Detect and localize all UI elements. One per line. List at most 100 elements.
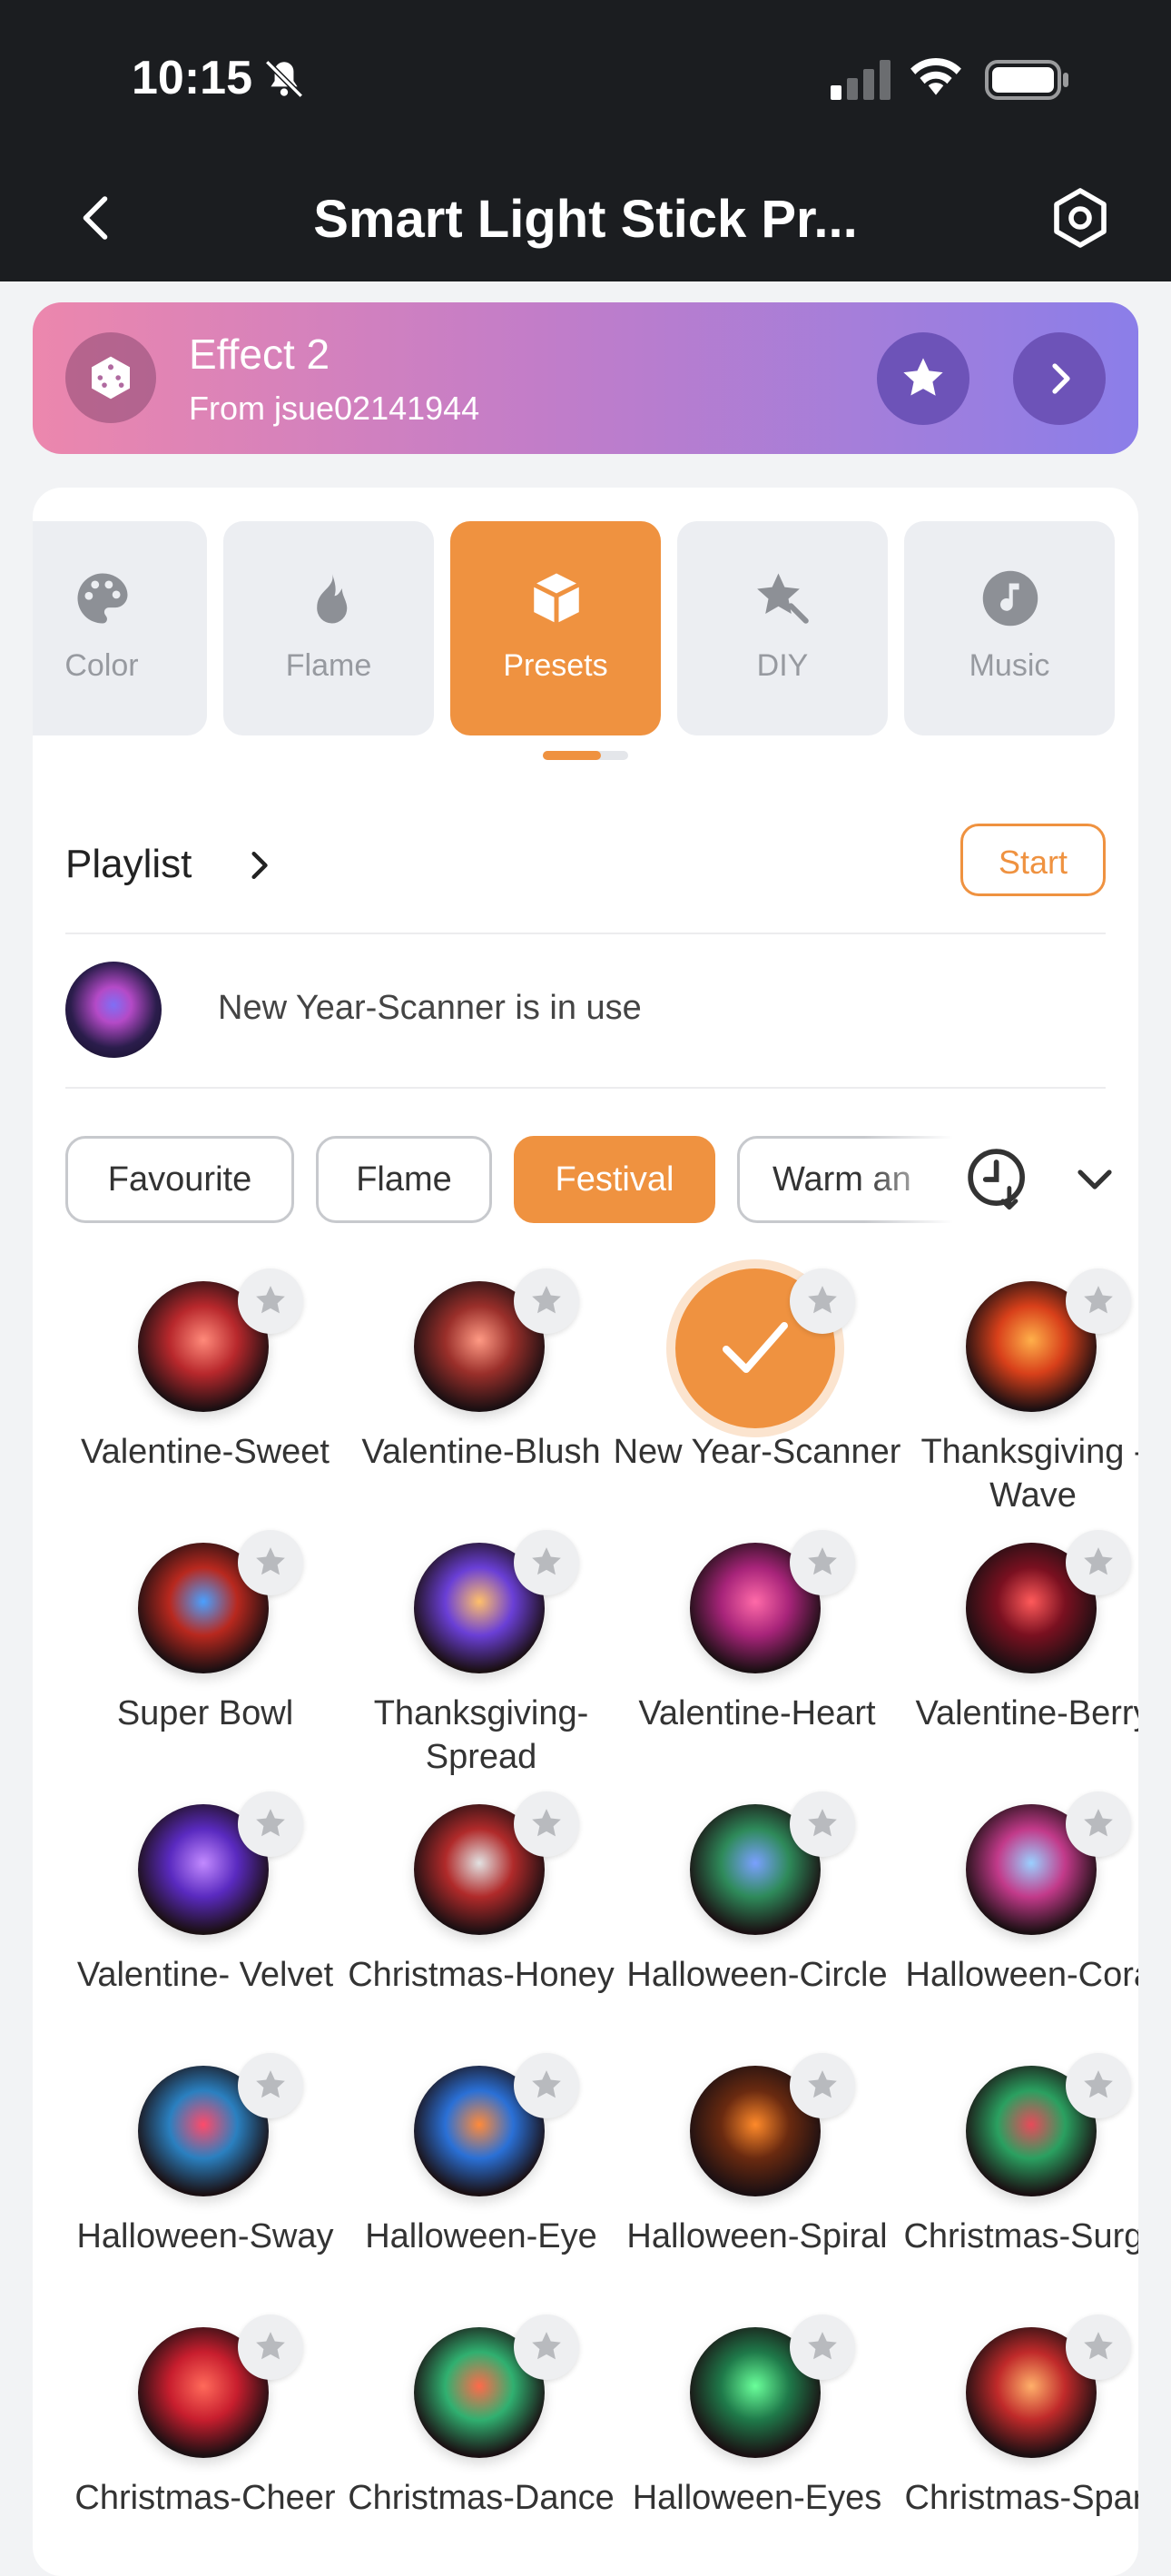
- current-effect-banner[interactable]: Effect 2 From jsue02141944: [33, 302, 1138, 454]
- dice-icon: [92, 356, 130, 400]
- preset-item[interactable]: Christmas-Honey: [345, 1791, 617, 2046]
- preset-favorite-button[interactable]: [1066, 2053, 1131, 2118]
- preset-grid: Valentine-Sweet Valentine-Blush New Year-S…: [33, 1268, 1138, 2576]
- effect-detail-button[interactable]: [1013, 332, 1106, 425]
- preset-item[interactable]: Christmas-Spark: [897, 2314, 1138, 2569]
- star-icon: [532, 2332, 561, 2360]
- preset-item[interactable]: Valentine-Heart: [621, 1530, 893, 1784]
- settings-hexagon-icon[interactable]: [1044, 182, 1117, 254]
- star-icon: [808, 1809, 837, 1837]
- bell-off-icon: [265, 60, 303, 98]
- preset-label: Christmas-Dance: [348, 2479, 615, 2517]
- chip-festival[interactable]: Festival: [514, 1136, 715, 1223]
- preset-favorite-button[interactable]: [790, 2053, 855, 2118]
- playlist-start-button[interactable]: Start: [960, 824, 1106, 896]
- preset-favorite-button[interactable]: [238, 1268, 303, 1334]
- preset-favorite-button[interactable]: [514, 1268, 579, 1334]
- chip-flame[interactable]: Flame: [316, 1136, 492, 1223]
- star-icon: [256, 1809, 285, 1837]
- preset-item[interactable]: Halloween-Spiral: [621, 2053, 893, 2307]
- signal-icon: [831, 60, 891, 100]
- preset-favorite-button[interactable]: [790, 2314, 855, 2380]
- preset-item[interactable]: Halloween-Eyes: [621, 2314, 893, 2569]
- status-time: 10:15: [132, 52, 252, 104]
- preset-label: Christmas-Spark: [904, 2479, 1138, 2517]
- favorite-effect-button[interactable]: [877, 332, 969, 425]
- star-icon: [808, 1286, 837, 1314]
- tab-flame[interactable]: Flame: [223, 521, 434, 735]
- chevron-right-icon: [1052, 363, 1070, 394]
- in-use-row: New Year-Scanner is in use: [65, 934, 1106, 1089]
- preset-favorite-button[interactable]: [514, 1530, 579, 1595]
- preset-favorite-button[interactable]: [514, 1791, 579, 1857]
- in-use-text: New Year-Scanner is in use: [218, 989, 642, 1027]
- back-arrow-icon[interactable]: [64, 182, 127, 254]
- preset-favorite-button[interactable]: [514, 2314, 579, 2380]
- preset-item[interactable]: Thanksgiving - Wave: [897, 1268, 1138, 1523]
- preset-favorite-button[interactable]: [790, 1268, 855, 1334]
- chevron-right-icon[interactable]: [247, 845, 274, 885]
- preset-item[interactable]: Valentine-Blush: [345, 1268, 617, 1523]
- chevron-down-icon[interactable]: [1073, 1158, 1117, 1201]
- star-icon: [256, 1286, 285, 1314]
- preset-item[interactable]: Super Bowl: [69, 1530, 341, 1784]
- page-title: Smart Light Stick Pr...: [313, 190, 858, 249]
- preset-item[interactable]: Christmas-Cheer: [69, 2314, 341, 2569]
- preset-item[interactable]: Halloween-Eye: [345, 2053, 617, 2307]
- star-icon: [808, 2070, 837, 2098]
- preset-item[interactable]: Valentine-Sweet: [69, 1268, 341, 1523]
- preset-item[interactable]: Christmas-Surge: [897, 2053, 1138, 2307]
- preset-label: Thanksgiving-Spread: [373, 1694, 589, 1776]
- tab-music[interactable]: Music: [904, 521, 1115, 735]
- preset-label: Halloween-Circle: [626, 1956, 888, 1994]
- star-icon: [808, 1547, 837, 1575]
- preset-favorite-button[interactable]: [790, 1791, 855, 1857]
- preset-favorite-button[interactable]: [1066, 1530, 1131, 1595]
- preset-favorite-button[interactable]: [1066, 1791, 1131, 1857]
- preset-favorite-button[interactable]: [514, 2053, 579, 2118]
- preset-item[interactable]: New Year-Scanner: [614, 1268, 900, 1523]
- palette-icon: [77, 573, 128, 624]
- diy-star-brush-icon: [757, 573, 809, 624]
- preset-item[interactable]: Halloween-Circle: [621, 1791, 893, 2046]
- preset-favorite-button[interactable]: [1066, 2314, 1131, 2380]
- clock-history-icon[interactable]: [964, 1145, 1033, 1214]
- preset-label: Halloween-Sway: [76, 2217, 334, 2255]
- preset-item[interactable]: Halloween-Sway: [69, 2053, 341, 2307]
- star-icon: [1084, 2332, 1113, 2360]
- preset-favorite-button[interactable]: [1066, 1268, 1131, 1334]
- content-card: Color Flame Presets DIY Music Playlist S…: [33, 488, 1138, 2576]
- preset-item[interactable]: Valentine-Berry: [897, 1530, 1138, 1784]
- preset-label: Valentine-Sweet: [81, 1433, 330, 1471]
- star-icon: [256, 1547, 285, 1575]
- preset-label: Christmas-Honey: [348, 1956, 615, 1994]
- tab-diy[interactable]: DIY: [677, 521, 888, 735]
- preset-item[interactable]: Valentine- Velvet: [69, 1791, 341, 2046]
- star-icon: [532, 1286, 561, 1314]
- tab-flame-label: Flame: [285, 648, 372, 683]
- preset-label: Halloween-Eyes: [632, 2479, 882, 2517]
- tab-color[interactable]: Color: [33, 521, 207, 735]
- tab-presets-label: Presets: [503, 648, 608, 683]
- cube-icon: [533, 573, 580, 624]
- star-icon: [256, 2070, 285, 2098]
- preset-favorite-button[interactable]: [790, 1530, 855, 1595]
- preset-favorite-button[interactable]: [238, 2314, 303, 2380]
- preset-label: Halloween-Spiral: [626, 2217, 888, 2255]
- preset-label: Christmas-Surge: [903, 2217, 1138, 2255]
- preset-favorite-button[interactable]: [238, 1791, 303, 1857]
- preset-favorite-button[interactable]: [238, 2053, 303, 2118]
- star-icon: [1084, 1547, 1113, 1575]
- preset-item[interactable]: Halloween-Coral: [897, 1791, 1138, 2046]
- star-icon: [1084, 1286, 1113, 1314]
- tab-presets[interactable]: Presets: [450, 521, 661, 735]
- chip-favourite[interactable]: Favourite: [65, 1136, 294, 1223]
- dice-icon-wrap: [65, 332, 156, 423]
- preset-item[interactable]: Christmas-Dance: [345, 2314, 617, 2569]
- playlist-title[interactable]: Playlist: [65, 842, 192, 887]
- star-icon: [1084, 2070, 1113, 2098]
- preset-item[interactable]: Thanksgiving-Spread: [345, 1530, 617, 1784]
- preset-favorite-button[interactable]: [238, 1530, 303, 1595]
- star-icon: [532, 1547, 561, 1575]
- in-use-thumbnail: [65, 962, 162, 1058]
